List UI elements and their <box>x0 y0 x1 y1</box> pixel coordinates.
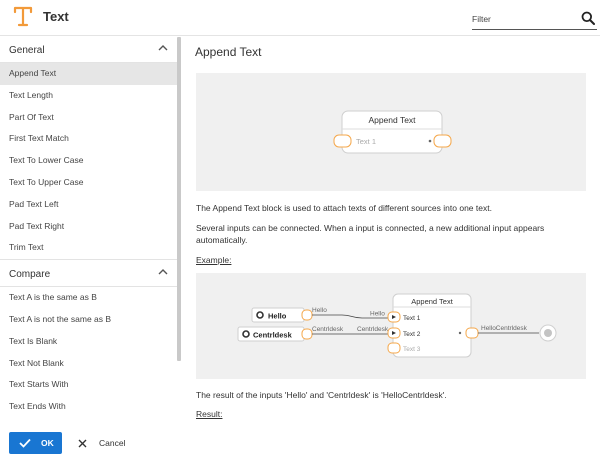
output-port <box>433 134 452 148</box>
sidebar-item-text-length[interactable]: Text Length <box>0 85 181 107</box>
sidebar-item-append-text[interactable]: Append Text <box>0 63 181 85</box>
description-text-2: Several inputs can be connected. When a … <box>196 223 545 245</box>
filter-field[interactable] <box>472 10 597 30</box>
sidebar-item-pad-text-right[interactable]: Pad Text Right <box>0 216 181 238</box>
input-label: Text 1 <box>356 137 376 146</box>
wire-label: Hello <box>370 311 385 318</box>
page-title: Append Text <box>195 45 262 59</box>
input-label: Text 1 <box>403 315 421 322</box>
block-preview-diagram: Append Text Text 1 <box>196 73 586 191</box>
group-compare-header[interactable]: Compare <box>0 261 181 288</box>
cancel-label: Cancel <box>99 438 126 448</box>
output-dot <box>428 139 432 143</box>
description-text: The Append Text block is used to attach … <box>196 203 492 213</box>
sidebar-item-text-a-same-as-b[interactable]: Text A is the same as B <box>0 287 181 309</box>
ok-button[interactable]: OK <box>9 432 62 454</box>
dialog-footer: OK Cancel <box>0 418 181 462</box>
example-svg: Hello Centrldesk Hello Hello Centrldesk … <box>237 293 557 358</box>
close-icon <box>78 439 87 447</box>
block-list-sidebar: General Append Text Text Length Part Of … <box>0 37 181 417</box>
output-dot <box>458 331 462 335</box>
source-port <box>301 309 313 321</box>
block-preview-svg: Append Text Text 1 <box>333 110 452 154</box>
sidebar-item-text-ends-with[interactable]: Text Ends With <box>0 396 181 417</box>
check-icon <box>19 438 31 448</box>
sidebar-item-part-of-text[interactable]: Part Of Text <box>0 107 181 129</box>
sidebar-item-first-text-match[interactable]: First Text Match <box>0 128 181 150</box>
dialog-title: Text <box>43 9 69 24</box>
input-label: Text 3 <box>403 346 421 353</box>
output-wire-label: HelloCentrldesk <box>481 325 528 332</box>
text-type-icon <box>13 6 33 27</box>
block-title: Append Text <box>368 115 416 125</box>
result-text: The result of the inputs 'Hello' and 'Ce… <box>196 390 447 400</box>
source-label-centrldesk: Centrldesk <box>253 331 293 340</box>
example-diagram: Hello Centrldesk Hello Hello Centrldesk … <box>196 273 586 379</box>
input-port <box>333 134 352 148</box>
sidebar-item-trim-text[interactable]: Trim Text <box>0 237 181 259</box>
group-label: Compare <box>9 269 51 281</box>
group-general-header[interactable]: General <box>0 37 181 63</box>
terminal-node-core <box>544 329 552 337</box>
wire-label: Hello <box>312 307 327 314</box>
search-icon[interactable] <box>581 11 595 25</box>
sidebar-item-text-is-blank[interactable]: Text Is Blank <box>0 331 181 353</box>
input-port <box>387 342 401 354</box>
example-label: Example: <box>196 255 232 265</box>
filter-input[interactable] <box>472 12 572 26</box>
source-port <box>301 328 313 340</box>
group-label: General <box>9 45 45 56</box>
wire-label: Centrldesk <box>357 326 389 333</box>
chevron-up-icon[interactable] <box>158 268 168 276</box>
input-label: Text 2 <box>403 331 421 338</box>
sidebar-item-text-to-upper-case[interactable]: Text To Upper Case <box>0 172 181 194</box>
sidebar-item-text-not-blank[interactable]: Text Not Blank <box>0 353 181 375</box>
sidebar-scrollbar[interactable] <box>177 37 181 361</box>
help-content: Append Text Append Text Text 1 The Appen… <box>182 37 600 462</box>
result-label: Result: <box>196 409 223 419</box>
sidebar-item-text-a-not-same-as-b[interactable]: Text A is not the same as B <box>0 309 181 331</box>
ok-label: OK <box>41 438 54 448</box>
chevron-up-icon[interactable] <box>158 44 168 52</box>
wire-label: Centrldesk <box>312 326 344 333</box>
output-port <box>465 327 479 339</box>
block-title: Append Text <box>411 297 453 306</box>
sidebar-item-pad-text-left[interactable]: Pad Text Left <box>0 194 181 216</box>
sidebar-item-text-to-lower-case[interactable]: Text To Lower Case <box>0 150 181 172</box>
sidebar-item-text-starts-with[interactable]: Text Starts With <box>0 374 181 396</box>
cancel-button[interactable]: Cancel <box>72 432 132 454</box>
dialog-header: Text <box>0 0 600 36</box>
source-label-hello: Hello <box>268 312 287 321</box>
